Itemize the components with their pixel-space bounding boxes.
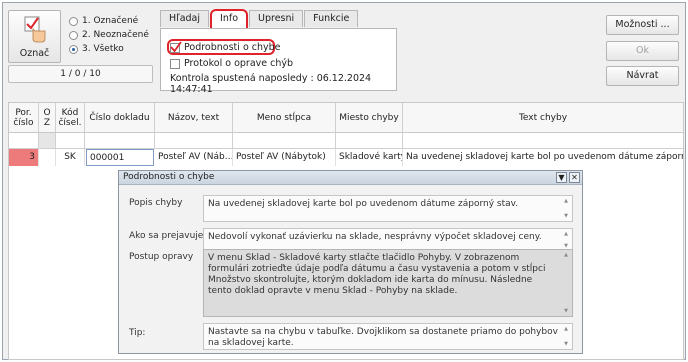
column-header-cislo[interactable]: Číslo dokladu <box>85 103 155 133</box>
tab-info[interactable]: Info <box>210 9 249 28</box>
cell-meno[interactable]: Posteľ AV (Nábytok) <box>233 149 336 166</box>
postup-label: Postup opravy <box>129 252 194 262</box>
postup-text: V menu Sklad - Skladové karty stlačte tl… <box>208 253 546 296</box>
toolbar: Označ 1. Označené 2. Neoznačené 3. Všetk… <box>3 3 685 95</box>
tab-hladaj[interactable]: Hľadaj <box>160 10 210 27</box>
popup-titlebar[interactable]: Podrobnosti o chybe ▼ ✕ <box>119 171 582 185</box>
popup-title: Podrobnosti o chybe <box>123 172 215 182</box>
cell-text[interactable]: Na uvedenej skladovej karte bol po uvede… <box>403 149 683 166</box>
column-header-miesto[interactable]: Miesto chyby <box>336 103 403 133</box>
scroll-up-icon[interactable]: ▲ <box>562 231 570 237</box>
filter-row <box>9 133 683 149</box>
tab-strip: Hľadaj Info Upresni Funkcie <box>160 9 359 28</box>
filter-cell[interactable] <box>336 133 403 148</box>
cell-cislo[interactable]: 000001 <box>86 149 154 166</box>
column-header-meno[interactable]: Meno stĺpca <box>233 103 336 133</box>
radio-oznacene[interactable]: 1. Označené <box>69 14 149 28</box>
error-details-popup: Podrobnosti o chybe ▼ ✕ Popis chyby Na u… <box>118 170 583 354</box>
navrat-button[interactable]: Návrat <box>606 66 679 86</box>
filter-cell[interactable] <box>85 133 155 148</box>
filter-cell[interactable] <box>233 133 336 148</box>
radio-label: 1. Označené <box>82 16 139 26</box>
tab-upresni[interactable]: Upresni <box>249 10 304 27</box>
app-window: Označ 1. Označené 2. Neoznačené 3. Všetk… <box>2 2 686 360</box>
radio-neoznacene[interactable]: 2. Neoznačené <box>69 28 149 42</box>
hand-check-icon <box>24 16 46 43</box>
protocol-label: Protokol o oprave chýb <box>184 58 294 69</box>
cell-por[interactable]: 3 <box>9 149 39 166</box>
radio-circle[interactable] <box>69 16 78 26</box>
info-tab-panel: Podrobnosti o chybe Protokol o oprave ch… <box>160 28 397 95</box>
filter-cell[interactable] <box>9 133 39 148</box>
scroll-down-icon[interactable]: ▼ <box>562 308 570 314</box>
checkmark-icon <box>170 40 182 52</box>
collapse-icon[interactable]: ▼ <box>556 172 567 183</box>
last-run-label: Kontrola spustená naposledy : 06.12.2024… <box>170 73 372 95</box>
cell-miesto[interactable]: Skladové karty <box>336 149 403 166</box>
last-run-text: Kontrola spustená naposledy : 06.12.2024… <box>170 73 396 95</box>
prejav-text: Nedovolí vykonať uzávierku na sklade, ne… <box>208 232 542 242</box>
record-counter: 1 / 0 / 10 <box>8 65 153 83</box>
ok-button[interactable]: Ok <box>606 41 679 61</box>
scroll-up-icon[interactable]: ▲ <box>562 252 570 258</box>
radio-label: 2. Neoznačené <box>82 30 149 40</box>
protocol-checkbox-row[interactable]: Protokol o oprave chýb <box>170 58 293 69</box>
popis-textbox[interactable]: Na uvedenej skladovej karte bol po uvede… <box>203 195 573 222</box>
prejav-label: Ako sa prejavuje <box>129 231 204 241</box>
tip-textbox[interactable]: Nastavte sa na chybu v tabuľke. Dvojklik… <box>203 323 573 350</box>
table-row[interactable]: 3 SK 000001 Posteľ AV (Náb… Posteľ AV (N… <box>9 149 683 166</box>
radio-circle[interactable] <box>69 30 78 40</box>
cell-nazov[interactable]: Posteľ AV (Náb… <box>155 149 233 166</box>
oznac-button[interactable]: Označ <box>8 10 61 63</box>
tip-text: Nastavte sa na chybu v tabuľke. Dvojklik… <box>208 327 558 348</box>
column-header-nazov[interactable]: Názov, text <box>155 103 233 133</box>
cell-oz[interactable] <box>39 149 56 166</box>
radio-circle-selected[interactable] <box>69 44 78 54</box>
tab-funkcie[interactable]: Funkcie <box>304 10 359 27</box>
tip-label: Tip: <box>129 328 146 338</box>
radio-vsetko[interactable]: 3. Všetko <box>69 42 149 56</box>
details-label: Podrobnosti o chybe <box>184 42 281 53</box>
filter-radio-group: 1. Označené 2. Neoznačené 3. Všetko <box>69 14 149 56</box>
column-header-kod[interactable]: Kód čísel. <box>56 103 85 133</box>
radio-label: 3. Všetko <box>82 44 124 54</box>
oznac-label: Označ <box>19 48 50 59</box>
popis-label: Popis chyby <box>129 198 183 208</box>
details-checkbox-row[interactable]: Podrobnosti o chybe <box>170 40 281 53</box>
close-icon[interactable]: ✕ <box>569 172 580 183</box>
postup-textbox[interactable]: V menu Sklad - Skladové karty stlačte tl… <box>203 249 573 317</box>
column-header-oz[interactable]: O Z <box>39 103 56 133</box>
moznosti-button[interactable]: Možnosti ... <box>606 15 679 35</box>
column-header-text[interactable]: Text chyby <box>403 103 683 133</box>
protocol-checkbox[interactable] <box>170 58 180 69</box>
scroll-down-icon[interactable]: ▼ <box>562 341 570 347</box>
filter-cell[interactable] <box>56 133 85 148</box>
scroll-up-icon[interactable]: ▲ <box>562 326 570 332</box>
cell-kod[interactable]: SK <box>56 149 85 166</box>
column-header-por[interactable]: Por. číslo <box>9 103 39 133</box>
scroll-down-icon[interactable]: ▼ <box>562 213 570 219</box>
details-checkbox[interactable] <box>170 40 182 53</box>
filter-cell[interactable] <box>403 133 683 148</box>
filter-cell[interactable] <box>155 133 233 148</box>
popis-text: Na uvedenej skladovej karte bol po uvede… <box>208 199 519 209</box>
scroll-up-icon[interactable]: ▲ <box>562 198 570 204</box>
filter-cell[interactable] <box>39 133 56 148</box>
